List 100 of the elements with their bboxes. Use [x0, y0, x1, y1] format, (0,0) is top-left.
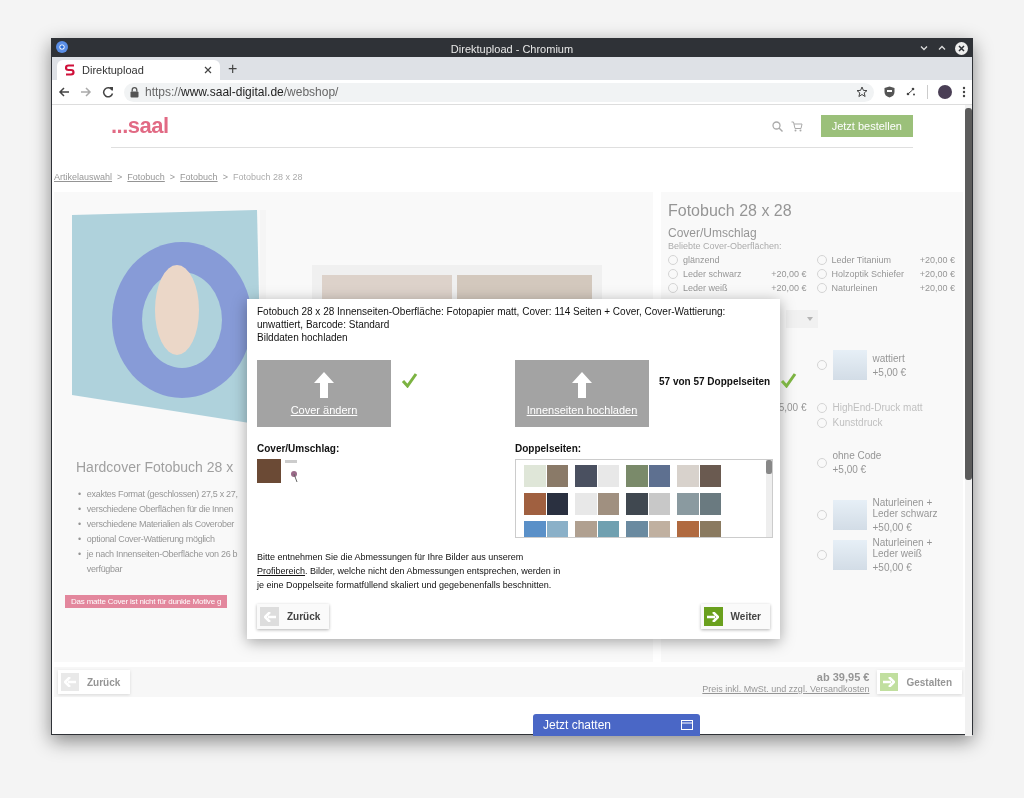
feature-text: exaktes Format (geschlossen) 27,5 x 27, — [86, 488, 238, 501]
spread-thumbnail — [626, 521, 670, 537]
option-label: Leder schwarz — [683, 268, 743, 279]
dialog-subtitle: Bilddaten hochladen — [257, 331, 349, 344]
chat-button[interactable]: Jetzt chatten — [533, 714, 700, 736]
option-label: wattiert — [872, 352, 906, 364]
upload-note: Bitte entnehmen Sie die Abmessungen für Ihre Bilder aus unserem Profibereich. Bilder, welche nicht den Abmessungen entsprechen, werden in je eine Doppelseite formatfüllend skaliert und gegebenenfalls beschnitten. — [257, 551, 562, 592]
order-button[interactable]: Jetzt bestellen — [820, 115, 913, 137]
cover-heading: Cover/Umschlag: — [257, 443, 341, 454]
design-button[interactable]: Gestalten — [877, 670, 962, 694]
dialog-summary: Fotobuch 28 x 28 Innenseiten-Oberfläche: Fotopapier matt, Cover: 114 Seiten + Cover, Cover-Wattierung: unwattiert, Barcode: Standard — [257, 305, 727, 331]
upload-button[interactable]: Innenseiten hochladen — [515, 360, 649, 427]
breadcrumb-separator: > — [169, 172, 176, 184]
spreads-heading: Doppelseiten: — [515, 443, 583, 454]
option-price: +20,00 € — [771, 282, 807, 293]
search-icon[interactable] — [771, 120, 783, 132]
price-note-link[interactable]: Preis inkl. MwSt. und zzgl. Versandkosten — [702, 683, 870, 694]
option-price: +20,00 € — [771, 268, 807, 279]
dropdown[interactable] — [786, 310, 818, 328]
section-title: Cover/Umschlag — [668, 226, 757, 240]
breadcrumb-separator: > — [222, 172, 228, 184]
upload-arrow-icon — [572, 371, 592, 398]
price: ab 39,95 € — [816, 670, 870, 683]
breadcrumb-link[interactable]: Fotobuch — [127, 172, 165, 184]
close-icon[interactable] — [204, 66, 212, 74]
maximize-icon[interactable] — [937, 43, 947, 53]
cover-thumbnail — [285, 459, 299, 483]
breadcrumb-link[interactable]: Artikelauswahl — [54, 172, 113, 184]
option-label: Kunstdruck — [832, 417, 883, 428]
address-bar[interactable]: https://www.saal-digital.de/webshop/ — [124, 82, 874, 102]
back-icon[interactable] — [58, 86, 70, 98]
option-price: +20,00 € — [919, 268, 955, 279]
spread-thumbnail — [575, 521, 619, 537]
star-icon[interactable] — [856, 86, 868, 98]
bullet: • — [78, 548, 81, 561]
spread-thumbnail — [626, 465, 670, 487]
notice-banner: Das matte Cover ist nicht für dunkle Motive g — [65, 595, 228, 608]
bullet: • — [78, 488, 81, 501]
menu-icon[interactable] — [962, 86, 966, 98]
option-label: Naturleinen + Leder weiß — [872, 537, 934, 559]
arrow-left-icon — [263, 611, 276, 622]
cart-icon[interactable] — [790, 120, 803, 132]
avatar[interactable] — [938, 85, 952, 99]
upload-button[interactable]: Cover ändern — [257, 360, 391, 427]
scrollbar[interactable] — [965, 108, 972, 480]
spread-thumbnail — [677, 493, 721, 515]
feature-text: je nach Innenseiten-Oberfläche von 26 b verfügbar — [86, 548, 238, 576]
spread-thumbnail — [524, 465, 568, 487]
scrollbar[interactable] — [766, 460, 772, 474]
tab-title: Direktupload — [82, 64, 145, 76]
reload-icon[interactable] — [102, 86, 114, 98]
spread-thumbnail — [677, 465, 721, 487]
breadcrumb-link[interactable]: Fotobuch — [180, 172, 218, 184]
arrow-right-icon — [707, 611, 720, 622]
option-label: Holzoptik Schiefer — [831, 268, 906, 279]
shield-icon[interactable] — [884, 86, 895, 98]
back-button[interactable]: Zurück — [257, 604, 330, 629]
option-label: Leder Titanium — [831, 254, 893, 265]
s-logo-icon — [65, 64, 75, 76]
window-icon — [681, 720, 693, 730]
upload-arrow-icon — [314, 371, 334, 398]
option-photo — [832, 500, 867, 530]
browser-tab[interactable]: Direktupload — [57, 60, 220, 80]
option-label: ohne Code — [832, 450, 882, 461]
upload-status: 57 von 57 Doppelseiten — [659, 376, 771, 387]
bullet: • — [78, 533, 81, 546]
window-title: Direktupload - Chromium — [450, 43, 574, 55]
new-tab-button[interactable]: + — [228, 60, 238, 77]
chromium-icon — [56, 41, 68, 53]
breadcrumb-current: Fotobuch 28 x 28 — [232, 172, 303, 184]
option-label: Leder weiß — [683, 282, 729, 293]
panel-title: Fotobuch 28 x 28 — [668, 202, 792, 220]
option-price: +20,00 € — [919, 254, 955, 265]
hint-text: Beliebte Cover-Oberflächen: — [668, 241, 782, 251]
bullet: • — [78, 503, 81, 516]
close-icon[interactable] — [955, 41, 968, 55]
breadcrumb-separator: > — [117, 172, 123, 184]
url-text: https://www.saal-digital.de/webshop/ — [145, 85, 340, 99]
feature-text: verschiedene Materialien als Coverober — [86, 518, 235, 531]
option-label: Naturleinen — [831, 282, 879, 293]
caret-icon — [807, 317, 813, 321]
option-label: glänzend — [683, 254, 721, 265]
feature-text: optional Cover-Wattierung möglich — [86, 533, 215, 546]
arrow-right-icon — [883, 677, 896, 687]
bullet: • — [78, 518, 81, 531]
option-price: +20,00 € — [919, 282, 955, 293]
spread-thumbnail — [575, 465, 619, 487]
spread-thumbnail — [626, 493, 670, 515]
next-button[interactable]: Weiter — [700, 604, 770, 629]
option-label: Naturleinen + Leder schwarz — [872, 497, 939, 519]
option-price: +50,00 € — [872, 522, 913, 533]
back-button[interactable]: Zurück — [58, 670, 131, 694]
minimize-icon[interactable] — [919, 43, 929, 53]
option-photo — [832, 540, 867, 570]
option-price: +5,00 € — [872, 366, 907, 378]
logo[interactable]: ...saal — [111, 113, 764, 139]
spread-thumbnail — [524, 521, 568, 537]
extension-icon[interactable] — [905, 86, 917, 98]
lock-icon — [130, 86, 139, 98]
forward-icon[interactable] — [80, 86, 92, 98]
